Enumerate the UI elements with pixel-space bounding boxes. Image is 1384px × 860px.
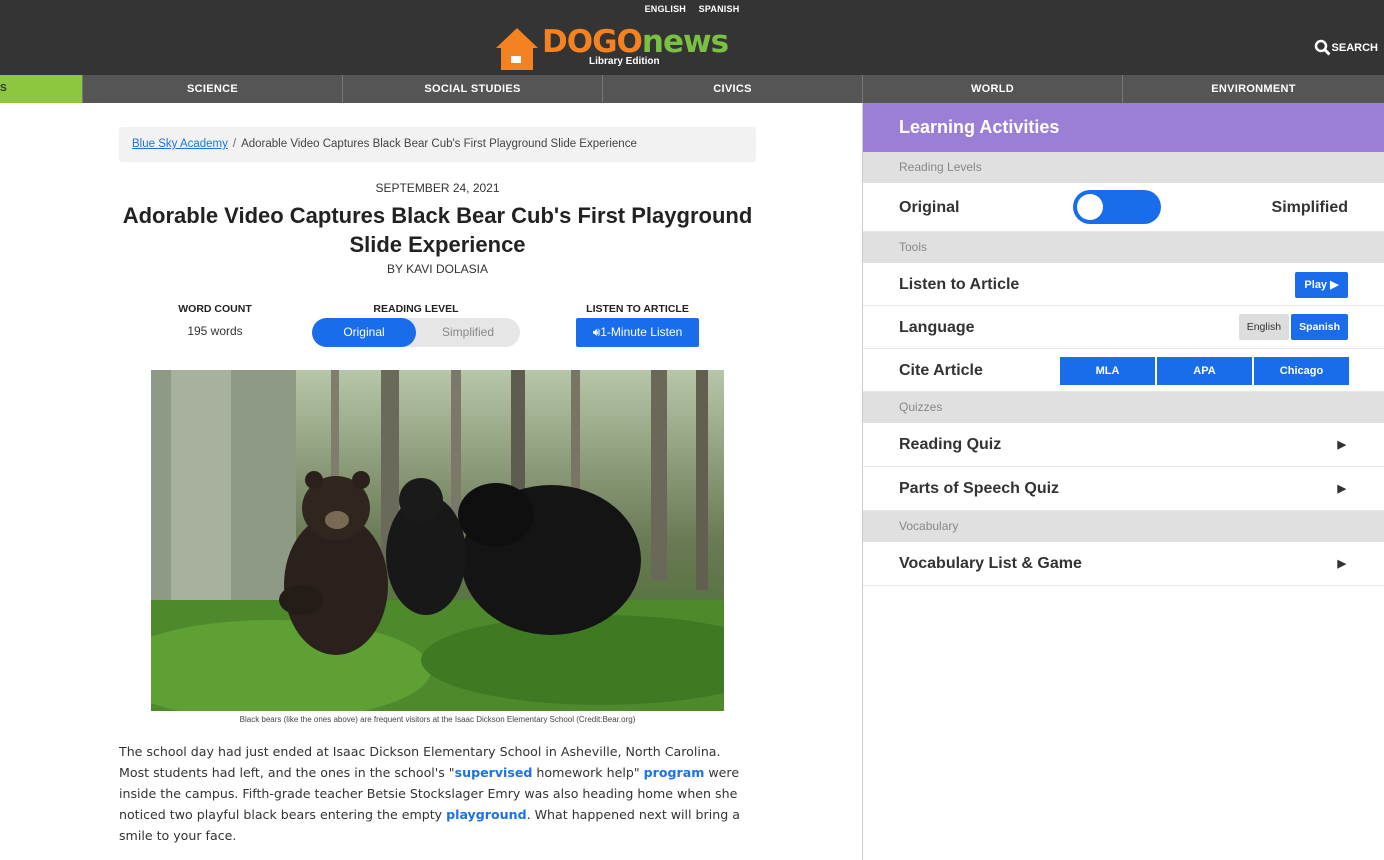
quizzes-heading: Quizzes [863, 392, 1384, 423]
language-spanish-button[interactable]: Spanish [1291, 314, 1348, 340]
vocab-word-playground[interactable]: playground [446, 807, 526, 822]
learning-activities-panel: Learning Activities Reading Levels Origi… [862, 103, 1384, 860]
tools-heading: Tools [863, 232, 1384, 263]
nav-item-partial[interactable]: S [0, 75, 83, 103]
play-arrow-icon: ▶ [1337, 439, 1346, 451]
dogonews-logo[interactable]: DOGOnews Library Edition [494, 24, 729, 72]
listen-button-label: 1-Minute Listen [600, 325, 683, 339]
language-links: ENGLISH SPANISH [0, 4, 1384, 14]
reading-level-simplified[interactable]: Simplified [416, 318, 520, 347]
play-arrow-icon: ▶ [1337, 558, 1346, 570]
listen-row: Listen to Article Play ▶ [863, 263, 1384, 306]
word-count-value: 195 words [187, 324, 243, 338]
article-title: Adorable Video Captures Black Bear Cub's… [122, 203, 753, 257]
simplified-label: Simplified [1271, 199, 1348, 216]
logo-dogo-text: DOGO [542, 24, 643, 60]
reading-level-label: READING LEVEL [373, 303, 459, 315]
parts-of-speech-quiz-row[interactable]: Parts of Speech Quiz ▶ [863, 467, 1384, 511]
breadcrumb-link[interactable]: Blue Sky Academy [132, 138, 228, 150]
learning-activities-title: Learning Activities [863, 103, 1384, 152]
nav-item-social-studies[interactable]: SOCIAL STUDIES [343, 75, 603, 103]
original-label: Original [899, 199, 960, 216]
search-button[interactable]: SEARCH [1314, 39, 1378, 56]
logo-news-text: news [641, 24, 729, 60]
black-bears-image [151, 370, 724, 711]
vocabulary-game-label: Vocabulary List & Game [899, 555, 1082, 572]
english-link[interactable]: ENGLISH [645, 4, 686, 14]
search-icon [1314, 39, 1331, 56]
house-logo-icon [496, 28, 538, 70]
logo-wordmark: DOGOnews [542, 24, 729, 60]
nav-item-world[interactable]: WORLD [863, 75, 1123, 103]
reading-level-row: Original Simplified [863, 183, 1384, 232]
cite-article-label: Cite Article [899, 362, 983, 379]
switch-knob [1077, 194, 1103, 220]
article-photo [151, 370, 724, 711]
language-label: Language [899, 319, 975, 336]
cite-row: Cite Article MLA APA Chicago [863, 349, 1384, 392]
reading-quiz-label: Reading Quiz [899, 436, 1002, 453]
language-row: Language English Spanish [863, 306, 1384, 349]
search-label: SEARCH [1331, 41, 1378, 54]
body-text-2: homework help" [532, 765, 644, 780]
listen-button[interactable]: 🔊︎1-Minute Listen [576, 318, 699, 347]
reading-level-original[interactable]: Original [312, 318, 416, 347]
reading-quiz-row[interactable]: Reading Quiz ▶ [863, 423, 1384, 467]
listen-to-article-label: LISTEN TO ARTICLE [586, 303, 689, 315]
nav-item-civics[interactable]: CIVICS [603, 75, 863, 103]
vocab-word-program[interactable]: program [644, 765, 705, 780]
parts-of-speech-quiz-label: Parts of Speech Quiz [899, 480, 1060, 497]
language-english-button[interactable]: English [1238, 314, 1290, 340]
category-nav: S SCIENCE SOCIAL STUDIES CIVICS WORLD EN… [0, 75, 1384, 103]
reading-level-switch[interactable] [1073, 190, 1161, 224]
breadcrumb-separator: / [232, 138, 237, 150]
cite-chicago-button[interactable]: Chicago [1254, 357, 1349, 385]
reading-levels-heading: Reading Levels [863, 152, 1384, 183]
vocabulary-game-row[interactable]: Vocabulary List & Game ▶ [863, 542, 1384, 586]
breadcrumb-current: Adorable Video Captures Black Bear Cub's… [241, 138, 637, 150]
breadcrumb: Blue Sky Academy / Adorable Video Captures… [119, 127, 756, 162]
photo-caption: Black bears (like the ones above) are fr… [239, 715, 636, 724]
vocabulary-heading: Vocabulary [863, 511, 1384, 542]
cite-apa-button[interactable]: APA [1157, 357, 1252, 385]
article-body: The school day had just ended at Isaac D… [119, 741, 749, 846]
article-byline: BY KAVI DOLASIA [387, 262, 488, 276]
spanish-link[interactable]: SPANISH [699, 4, 740, 14]
cite-buttons: MLA APA Chicago [1060, 357, 1351, 385]
reading-level-toggle: Original Simplified [312, 318, 520, 347]
logo-edition-text: Library Edition [589, 56, 660, 67]
play-button[interactable]: Play ▶ [1295, 272, 1348, 298]
play-arrow-icon: ▶ [1337, 483, 1346, 495]
language-switcher: English Spanish [1237, 314, 1348, 340]
article-date: SEPTEMBER 24, 2021 [375, 181, 500, 195]
nav-item-environment[interactable]: ENVIRONMENT [1123, 75, 1384, 103]
vocab-word-supervised[interactable]: supervised [455, 765, 533, 780]
word-count-label: WORD COUNT [178, 303, 252, 315]
nav-item-science[interactable]: SCIENCE [83, 75, 343, 103]
site-header: ENGLISH SPANISH DOGOnews Library Edition… [0, 0, 1384, 75]
cite-mla-button[interactable]: MLA [1060, 357, 1155, 385]
listen-to-article-label: Listen to Article [899, 276, 1020, 293]
